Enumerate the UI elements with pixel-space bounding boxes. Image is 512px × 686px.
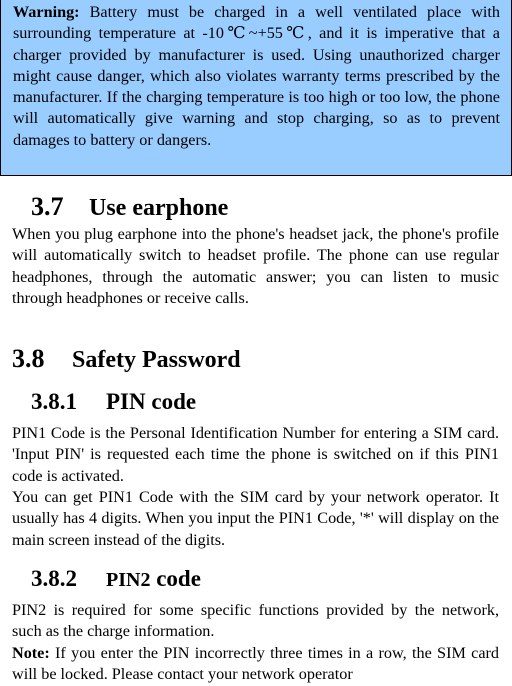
note-label: Note: bbox=[12, 644, 50, 662]
section-heading-3-8-1: 3.8.1 PIN code bbox=[31, 389, 196, 415]
paragraph-earphone: When you plug earphone into the phone's … bbox=[12, 225, 499, 307]
section-number: 3.8.1 bbox=[31, 389, 77, 414]
paragraph-pin1-intro: PIN1 Code is the Personal Identification… bbox=[12, 424, 499, 485]
paragraph-pin2-note: Note: If you enter the PIN incorrectly t… bbox=[12, 643, 499, 686]
section-title: PIN code bbox=[106, 389, 197, 414]
section-title: Safety Password bbox=[72, 347, 241, 373]
paragraph-pin2-intro: PIN2 is required for some specific funct… bbox=[12, 601, 499, 641]
warning-body: Battery must be charged in a well ventil… bbox=[13, 3, 500, 149]
paragraph-pin1-details: You can get PIN1 Code with the SIM card … bbox=[12, 488, 499, 549]
section-title-prefix: PIN2 bbox=[106, 569, 151, 591]
section-heading-3-7: 3.7 Use earphone bbox=[31, 192, 228, 222]
warning-text: Warning: Battery must be charged in a we… bbox=[13, 2, 500, 151]
section-heading-3-8-2: 3.8.2 PIN2 code bbox=[31, 566, 201, 592]
section-title-suffix: code bbox=[150, 566, 201, 591]
section-number: 3.8.2 bbox=[31, 566, 77, 591]
warning-box: Warning: Battery must be charged in a we… bbox=[0, 0, 512, 176]
note-text: If you enter the PIN incorrectly three t… bbox=[12, 644, 499, 684]
section-title: Use earphone bbox=[89, 195, 229, 221]
warning-label: Warning: bbox=[13, 3, 80, 21]
section-number: 3.8 bbox=[12, 344, 45, 373]
section-heading-3-8: 3.8 Safety Password bbox=[12, 344, 241, 374]
section-number: 3.7 bbox=[31, 192, 64, 221]
